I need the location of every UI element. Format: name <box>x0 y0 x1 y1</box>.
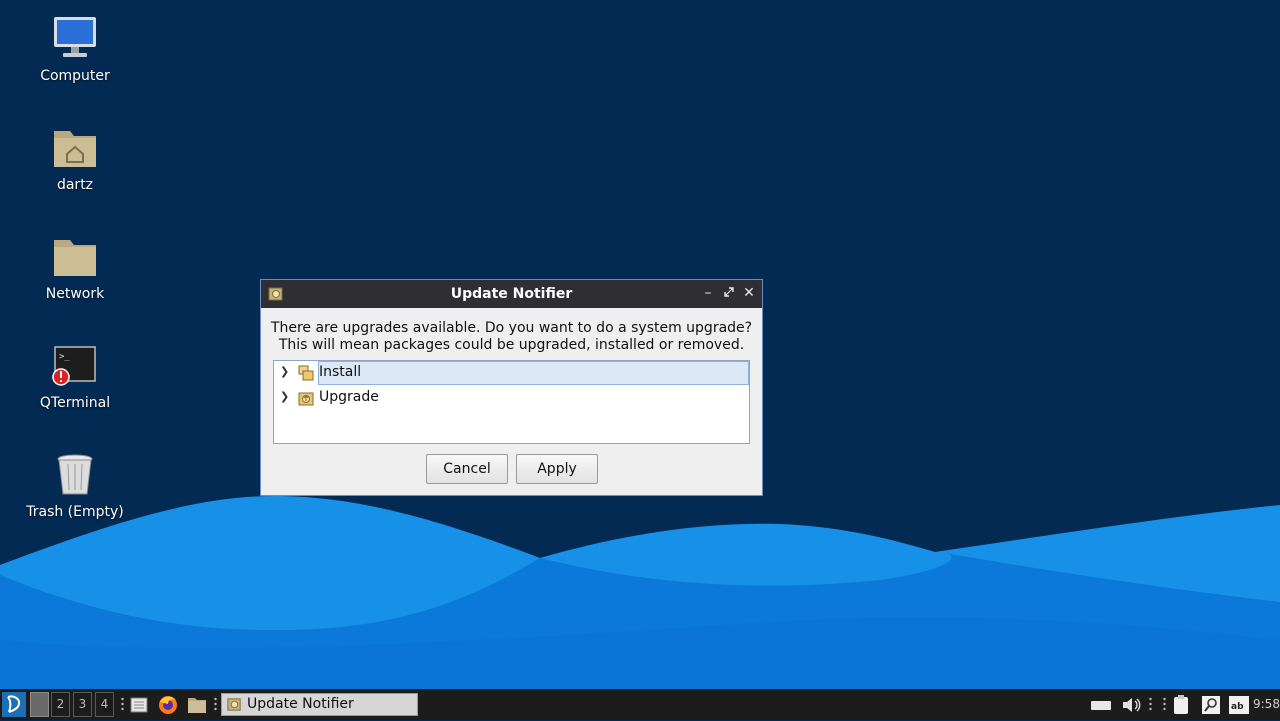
dialog-title: Update Notifier <box>450 286 573 302</box>
desktop-switch-3[interactable]: 3 <box>73 692 92 717</box>
lubuntu-logo-icon <box>2 692 26 721</box>
taskbar: 2 3 4 Update Notifier ab 9:58 <box>0 689 1280 720</box>
volume-tray-button[interactable] <box>1120 692 1142 717</box>
tree-row-upgrade[interactable]: ❯ Upgrade <box>274 386 749 410</box>
firefox-launcher[interactable] <box>157 692 179 717</box>
update-notifier-dialog: Update Notifier – ✕ There are upgrades a… <box>260 279 763 496</box>
clock[interactable]: 9:58 <box>1253 697 1280 711</box>
desktop-icon-trash[interactable]: Trash (Empty) <box>20 450 130 520</box>
install-package-icon <box>298 365 314 381</box>
panel-grip-icon <box>1149 697 1152 711</box>
package-tree[interactable]: ❯ Install ❯ Upgrade <box>273 360 750 444</box>
show-desktop-icon <box>129 697 149 721</box>
minimize-icon: – <box>704 285 712 301</box>
apply-button[interactable]: Apply <box>516 454 598 484</box>
input-method-tray-button[interactable]: ab <box>1228 692 1250 717</box>
panel-grip-icon <box>1163 697 1166 711</box>
upgrade-package-icon <box>298 390 314 406</box>
svg-text:ab: ab <box>1231 702 1244 712</box>
volume-icon <box>1120 698 1142 721</box>
svg-text:>_: >_ <box>59 352 70 362</box>
close-button[interactable]: ✕ <box>740 284 758 302</box>
panel-grip-icon <box>121 697 124 711</box>
search-tray-button[interactable] <box>1200 692 1222 717</box>
cancel-button[interactable]: Cancel <box>426 454 508 484</box>
input-method-icon: ab <box>1228 696 1250 721</box>
search-icon <box>1200 696 1222 721</box>
clipboard-icon <box>1170 695 1192 721</box>
desktop-switch-4[interactable]: 4 <box>95 692 114 717</box>
close-icon: ✕ <box>743 285 755 301</box>
computer-icon <box>51 14 99 62</box>
taskbar-task-update-notifier[interactable]: Update Notifier <box>221 693 418 716</box>
desktop-icon-qterminal[interactable]: >_ QTerminal <box>20 341 130 411</box>
update-notifier-task-icon <box>226 696 243 717</box>
panel-grip-icon <box>214 697 217 711</box>
desktop-icon-computer[interactable]: Computer <box>20 14 130 84</box>
start-menu-button[interactable] <box>2 692 26 717</box>
folder-icon <box>51 232 99 280</box>
firefox-icon <box>157 696 179 721</box>
desktop-icon-network[interactable]: Network <box>20 232 130 302</box>
file-manager-launcher[interactable] <box>186 692 208 717</box>
tree-row-install[interactable]: ❯ Install <box>274 361 749 385</box>
maximize-icon <box>724 285 734 301</box>
expand-arrow-icon[interactable]: ❯ <box>280 390 289 403</box>
desktop-switch-2[interactable]: 2 <box>51 692 70 717</box>
keyboard-icon <box>1090 701 1112 721</box>
trash-icon <box>51 450 99 498</box>
file-manager-icon <box>186 698 208 721</box>
home-folder-icon <box>51 123 99 171</box>
minimize-button[interactable]: – <box>699 284 717 302</box>
dialog-message: There are upgrades available. Do you wan… <box>270 320 753 353</box>
desktop-switch-1[interactable] <box>30 692 49 717</box>
dialog-titlebar[interactable]: Update Notifier – ✕ <box>261 280 762 308</box>
keyboard-tray-button[interactable] <box>1090 692 1112 717</box>
maximize-button[interactable] <box>720 284 738 302</box>
clipboard-tray-button[interactable] <box>1170 692 1192 717</box>
expand-arrow-icon[interactable]: ❯ <box>280 365 289 378</box>
show-desktop-button[interactable] <box>129 692 149 717</box>
terminal-icon: >_ <box>51 341 99 389</box>
desktop-icon-dartz[interactable]: dartz <box>20 123 130 193</box>
